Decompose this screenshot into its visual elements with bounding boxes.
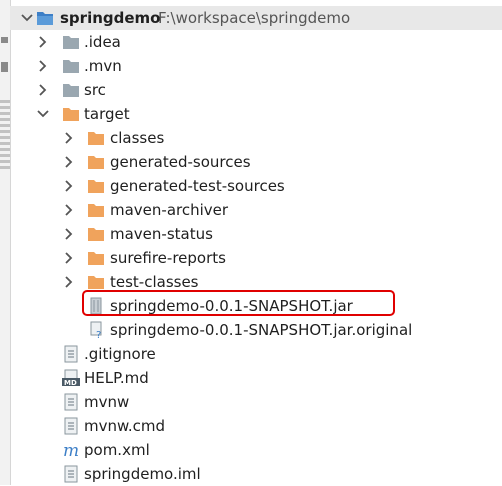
tree-row-surefire-reports[interactable]: surefire-reports xyxy=(10,246,502,270)
svg-text:MD: MD xyxy=(64,379,77,387)
root-path: F:\workspace\springdemo xyxy=(158,9,351,27)
excluded-folder-icon xyxy=(87,129,105,147)
tree-row-pom[interactable]: m pom.xml xyxy=(10,438,502,462)
text-file-icon xyxy=(62,345,80,363)
item-label: pom.xml xyxy=(84,441,150,459)
item-label: maven-status xyxy=(110,225,213,243)
project-tree[interactable]: springdemo F:\workspace\springdemo .idea… xyxy=(10,0,502,485)
tree-row-maven-archiver[interactable]: maven-archiver xyxy=(10,198,502,222)
tree-row-src[interactable]: src xyxy=(10,78,502,102)
item-label: generated-sources xyxy=(110,153,251,171)
chevron-right-icon[interactable] xyxy=(36,83,50,97)
root-name: springdemo xyxy=(60,9,161,27)
svg-text:?: ? xyxy=(96,330,101,339)
item-label: springdemo-0.0.1-SNAPSHOT.jar.original xyxy=(110,321,413,339)
excluded-folder-icon xyxy=(87,273,105,291)
tree-row-iml[interactable]: springdemo.iml xyxy=(10,462,502,486)
highlight-annotation xyxy=(82,290,395,316)
unknown-file-icon: ? xyxy=(87,321,105,339)
excluded-folder-icon xyxy=(62,105,80,123)
item-label: .gitignore xyxy=(84,345,156,363)
tree-row-jar-original[interactable]: ? springdemo-0.0.1-SNAPSHOT.jar.original xyxy=(10,318,502,342)
item-label: surefire-reports xyxy=(110,249,226,267)
item-label: springdemo.iml xyxy=(84,465,201,483)
item-label: .idea xyxy=(84,33,121,51)
folder-icon xyxy=(62,57,80,75)
text-file-icon xyxy=(62,417,80,435)
item-label: .mvn xyxy=(84,57,122,75)
chevron-right-icon[interactable] xyxy=(36,59,50,73)
strip-label xyxy=(0,100,10,170)
chevron-right-icon[interactable] xyxy=(62,203,76,217)
tree-row-classes[interactable]: classes xyxy=(10,126,502,150)
item-label: HELP.md xyxy=(84,369,149,387)
tree-row-mvnw-cmd[interactable]: mvnw.cmd xyxy=(10,414,502,438)
tree-row-gitignore[interactable]: .gitignore xyxy=(10,342,502,366)
excluded-folder-icon xyxy=(87,201,105,219)
module-folder-icon xyxy=(36,9,54,27)
chevron-right-icon[interactable] xyxy=(36,35,50,49)
item-label: generated-test-sources xyxy=(110,177,285,195)
chevron-right-icon[interactable] xyxy=(62,251,76,265)
excluded-folder-icon xyxy=(87,177,105,195)
text-file-icon xyxy=(62,393,80,411)
tree-row-generated-test-sources[interactable]: generated-test-sources xyxy=(10,174,502,198)
chevron-right-icon[interactable] xyxy=(62,227,76,241)
tree-row-mvnw[interactable]: mvnw xyxy=(10,390,502,414)
tree-row-root[interactable]: springdemo F:\workspace\springdemo xyxy=(10,6,502,30)
folder-icon xyxy=(62,33,80,51)
chevron-right-icon[interactable] xyxy=(62,155,76,169)
item-label: src xyxy=(84,81,106,99)
tree-row-generated-sources[interactable]: generated-sources xyxy=(10,150,502,174)
tree-row-help[interactable]: MD HELP.md xyxy=(10,366,502,390)
chevron-down-icon[interactable] xyxy=(36,107,50,121)
item-label: target xyxy=(84,105,130,123)
chevron-down-icon[interactable] xyxy=(20,11,34,25)
tree-row-idea[interactable]: .idea xyxy=(10,30,502,54)
text-file-icon xyxy=(62,465,80,483)
chevron-right-icon[interactable] xyxy=(62,131,76,145)
item-label: maven-archiver xyxy=(110,201,229,219)
chevron-right-icon[interactable] xyxy=(62,179,76,193)
tree-row-mvn[interactable]: .mvn xyxy=(10,54,502,78)
excluded-folder-icon xyxy=(87,225,105,243)
tree-row-maven-status[interactable]: maven-status xyxy=(10,222,502,246)
item-label: mvnw.cmd xyxy=(84,417,166,435)
svg-text:m: m xyxy=(63,441,79,459)
tree-row-target[interactable]: target xyxy=(10,102,502,126)
folder-icon xyxy=(62,81,80,99)
markdown-file-icon: MD xyxy=(62,369,80,387)
excluded-folder-icon xyxy=(87,249,105,267)
item-label: classes xyxy=(110,129,165,147)
item-label: mvnw xyxy=(84,393,130,411)
chevron-right-icon[interactable] xyxy=(62,275,76,289)
strip-mark xyxy=(1,62,8,72)
item-label: test-classes xyxy=(110,273,199,291)
maven-pom-icon: m xyxy=(62,441,80,459)
excluded-folder-icon xyxy=(87,153,105,171)
strip-mark xyxy=(1,37,8,43)
